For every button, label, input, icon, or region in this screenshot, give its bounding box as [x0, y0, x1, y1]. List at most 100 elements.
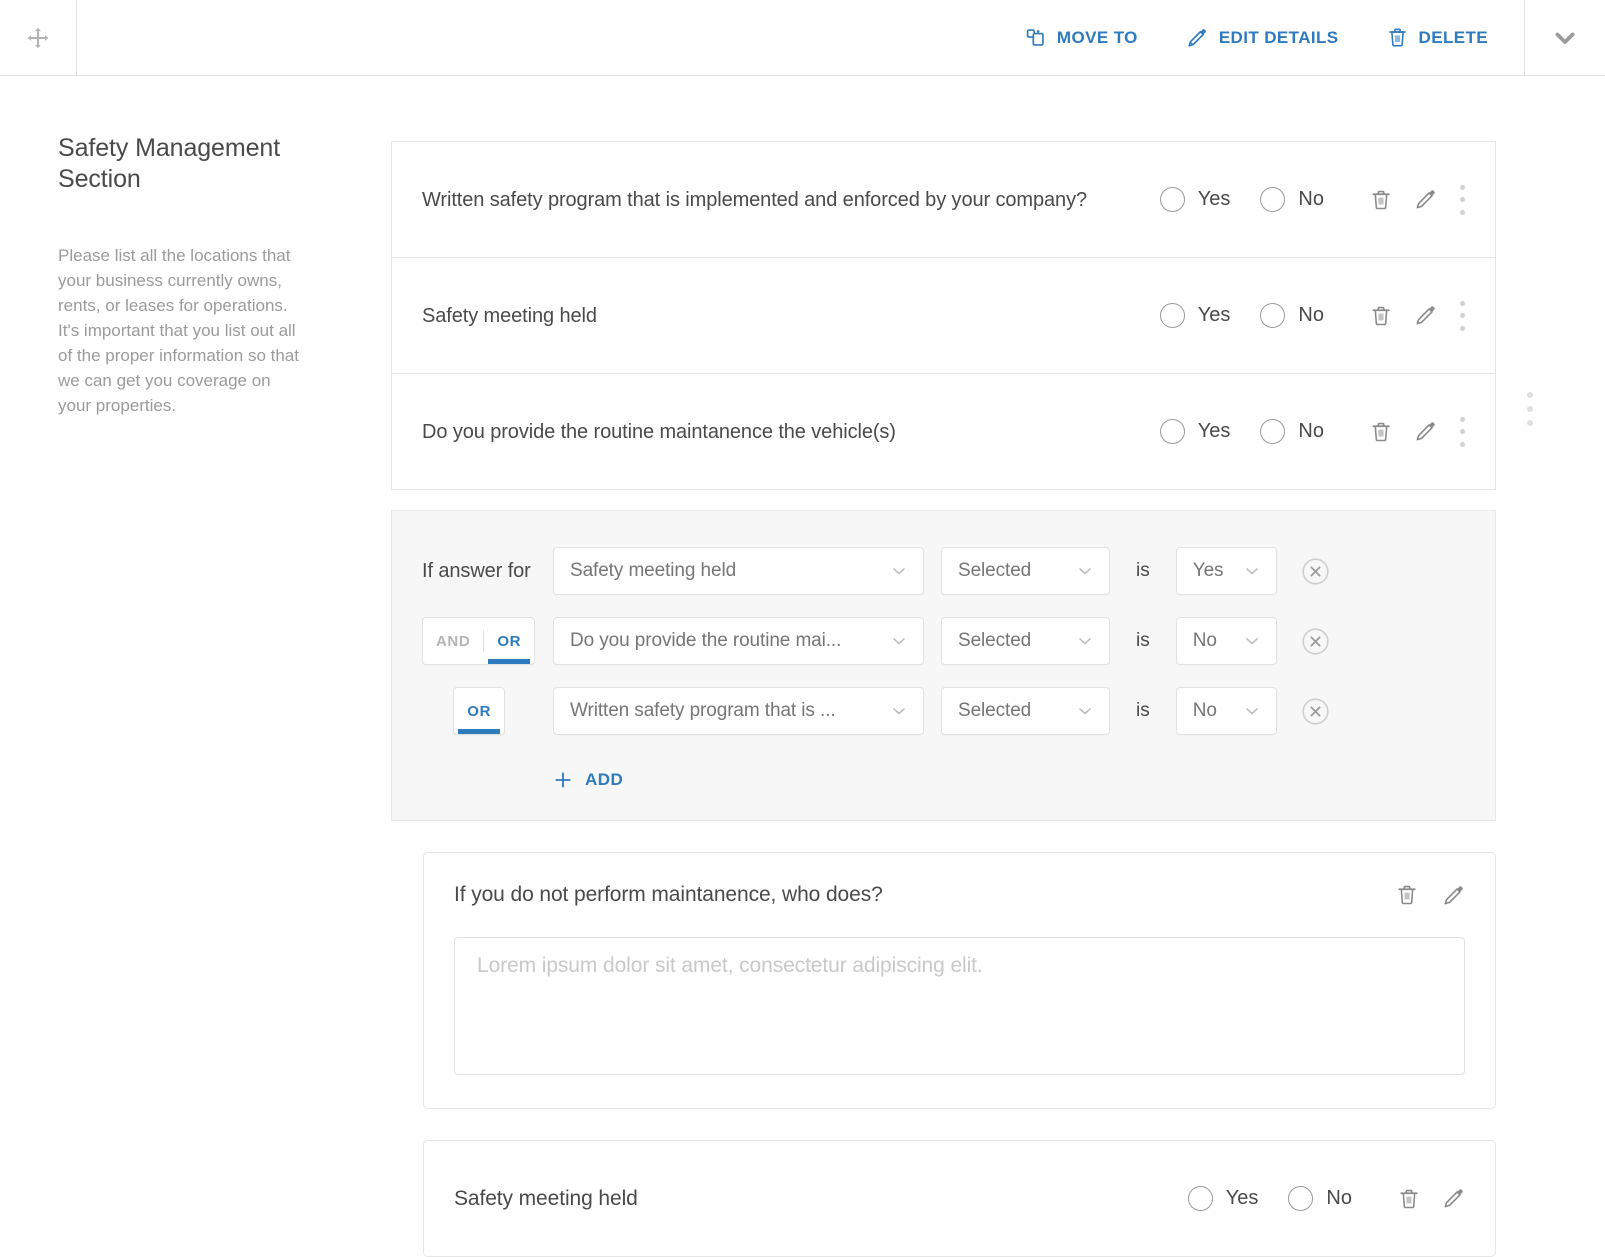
pencil-icon[interactable] — [1414, 304, 1437, 327]
and-or-toggle: AND OR — [422, 617, 535, 665]
radio-option-yes[interactable]: Yes — [1188, 1186, 1259, 1211]
is-label: is — [1136, 560, 1150, 582]
collapse-section-button[interactable] — [1524, 0, 1605, 75]
condition-value-select[interactable]: Yes — [1176, 547, 1277, 595]
radio-option-yes[interactable]: Yes — [1160, 419, 1231, 444]
condition-row: AND OR Do you provide the routine mai...… — [392, 617, 1495, 665]
move-cross-icon — [25, 25, 51, 51]
radio-yes-icon — [1188, 1186, 1213, 1211]
condition-value: Yes — [1193, 560, 1224, 582]
section-reorder-handle[interactable] — [1527, 392, 1533, 426]
chevron-down-icon — [1242, 561, 1262, 581]
text-question-title: If you do not perform maintanence, who d… — [454, 883, 1396, 907]
section-drag-handle[interactable] — [0, 0, 77, 75]
question-row: Safety meeting held Yes No — [392, 258, 1495, 373]
delete-button[interactable]: DELETE — [1387, 27, 1488, 48]
logic-and-option[interactable]: AND — [423, 618, 483, 664]
condition-question-select[interactable]: Do you provide the routine mai... — [553, 617, 924, 665]
pencil-icon[interactable] — [1414, 420, 1437, 443]
condition-operator-value: Selected — [958, 700, 1031, 722]
question-actions — [1370, 420, 1437, 443]
condition-value-select[interactable]: No — [1176, 687, 1277, 735]
pencil-icon — [1186, 27, 1208, 49]
chevron-down-icon — [1242, 701, 1262, 721]
condition-question-select[interactable]: Written safety program that is ... — [553, 687, 924, 735]
move-to-button[interactable]: MOVE TO — [1025, 27, 1138, 48]
remove-condition-button[interactable] — [1301, 697, 1330, 726]
trash-icon[interactable] — [1370, 189, 1392, 211]
dot — [1460, 185, 1465, 190]
pencil-icon[interactable] — [1442, 884, 1465, 907]
question-card: Written safety program that is implement… — [391, 141, 1496, 257]
conditional-logic-panel: If answer for Safety meeting held Select… — [391, 510, 1496, 821]
radio-yes-label: Yes — [1226, 1187, 1259, 1210]
condition-operator-select[interactable]: Selected — [941, 547, 1110, 595]
add-label: ADD — [585, 770, 623, 790]
dot — [1460, 301, 1465, 306]
radio-no-icon — [1260, 419, 1285, 444]
trash-icon[interactable] — [1370, 305, 1392, 327]
text-question-card: If you do not perform maintanence, who d… — [423, 852, 1496, 1109]
radio-yes-label: Yes — [1198, 420, 1231, 443]
dot — [1460, 429, 1465, 434]
question-more-menu[interactable] — [1459, 185, 1465, 215]
radio-no-icon — [1288, 1186, 1313, 1211]
radio-question-card: Safety meeting held Yes No — [423, 1140, 1496, 1257]
section-title: Safety Management Section — [58, 133, 320, 195]
question-more-menu[interactable] — [1459, 417, 1465, 447]
dot — [1460, 210, 1465, 215]
radio-option-no[interactable]: No — [1288, 1186, 1352, 1211]
pencil-icon[interactable] — [1414, 188, 1437, 211]
section-info: Safety Management Section Please list al… — [58, 133, 320, 418]
radio-option-yes[interactable]: Yes — [1160, 187, 1231, 212]
remove-condition-button[interactable] — [1301, 627, 1330, 656]
radio-option-no[interactable]: No — [1260, 303, 1324, 328]
text-question-actions — [1396, 884, 1465, 907]
trash-icon[interactable] — [1370, 421, 1392, 443]
condition-operator-select[interactable]: Selected — [941, 617, 1110, 665]
radio-yes-label: Yes — [1198, 304, 1231, 327]
question-options: Yes No — [1158, 1186, 1352, 1211]
question-card: Safety meeting held Yes No — [391, 257, 1496, 373]
chevron-down-icon — [1075, 561, 1095, 581]
question-row: Do you provide the routine maintanence t… — [392, 374, 1495, 489]
text-question-header: If you do not perform maintanence, who d… — [454, 853, 1465, 937]
radio-no-icon — [1260, 303, 1285, 328]
radio-no-label: No — [1326, 1187, 1352, 1210]
condition-operator-select[interactable]: Selected — [941, 687, 1110, 735]
remove-condition-button[interactable] — [1301, 557, 1330, 586]
condition-value: No — [1193, 700, 1217, 722]
logic-or-option[interactable]: OR — [454, 688, 504, 734]
chevron-down-icon — [889, 561, 909, 581]
radio-no-label: No — [1298, 188, 1324, 211]
answer-textarea[interactable] — [454, 937, 1465, 1075]
chevron-down-icon — [889, 631, 909, 651]
add-condition-button[interactable]: ADD — [553, 770, 623, 790]
condition-question-select[interactable]: Safety meeting held — [553, 547, 924, 595]
logic-operator-slot: OR — [422, 687, 553, 735]
condition-question-value: Safety meeting held — [570, 560, 736, 582]
condition-value-select[interactable]: No — [1176, 617, 1277, 665]
question-text: Safety meeting held — [422, 301, 1130, 331]
edit-details-button[interactable]: EDIT DETAILS — [1186, 27, 1339, 49]
question-row: Written safety program that is implement… — [392, 142, 1495, 257]
pencil-icon[interactable] — [1442, 1187, 1465, 1210]
logic-operator-slot: AND OR — [422, 617, 553, 665]
dot — [1460, 313, 1465, 318]
if-answer-for-label: If answer for — [422, 560, 553, 583]
chevron-down-icon — [1075, 701, 1095, 721]
question-actions — [1398, 1187, 1465, 1210]
logic-or-option[interactable]: OR — [484, 618, 534, 664]
conditional-children: If you do not perform maintanence, who d… — [391, 852, 1496, 1257]
radio-option-no[interactable]: No — [1260, 419, 1324, 444]
radio-yes-label: Yes — [1198, 188, 1231, 211]
question-more-menu[interactable] — [1459, 301, 1465, 331]
radio-option-no[interactable]: No — [1260, 187, 1324, 212]
radio-option-yes[interactable]: Yes — [1160, 303, 1231, 328]
trash-icon[interactable] — [1396, 884, 1418, 906]
condition-value: No — [1193, 630, 1217, 652]
question-actions — [1370, 188, 1437, 211]
trash-icon[interactable] — [1398, 1188, 1420, 1210]
chevron-down-icon — [1551, 24, 1579, 52]
toolbar-actions: MOVE TO EDIT DETAILS DELETE — [77, 0, 1524, 75]
